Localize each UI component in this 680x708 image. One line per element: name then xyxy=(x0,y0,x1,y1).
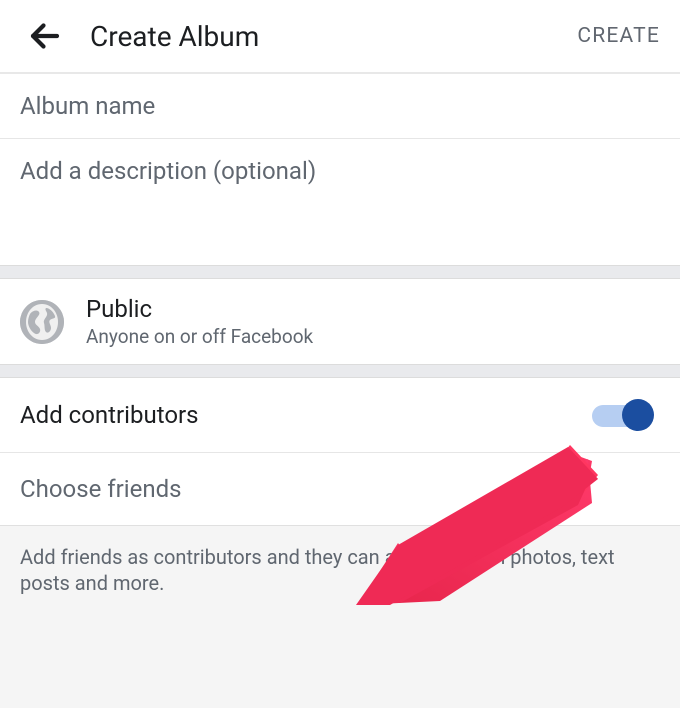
album-description-field[interactable]: Add a description (optional) xyxy=(0,139,680,265)
section-divider xyxy=(0,265,680,279)
add-contributors-label: Add contributors xyxy=(20,401,199,429)
choose-friends-field[interactable]: Choose friends xyxy=(0,453,680,525)
contributors-help-text: Add friends as contributors and they can… xyxy=(0,525,680,624)
create-button[interactable]: CREATE xyxy=(577,24,660,48)
fields-section: Album name Add a description (optional) xyxy=(0,74,680,265)
privacy-section: Public Anyone on or off Facebook xyxy=(0,279,680,364)
privacy-text: Public Anyone on or off Facebook xyxy=(86,295,313,348)
header-bar: Create Album CREATE xyxy=(0,0,680,74)
toggle-thumb xyxy=(622,399,654,431)
privacy-subtitle: Anyone on or off Facebook xyxy=(86,325,313,348)
globe-icon xyxy=(20,300,64,344)
header-left: Create Album xyxy=(26,17,259,55)
page-title: Create Album xyxy=(90,20,259,53)
privacy-title: Public xyxy=(86,295,313,323)
back-arrow-icon[interactable] xyxy=(26,17,64,55)
section-divider xyxy=(0,364,680,378)
privacy-selector[interactable]: Public Anyone on or off Facebook xyxy=(0,279,680,364)
add-contributors-row: Add contributors xyxy=(0,378,680,453)
album-name-field[interactable]: Album name xyxy=(0,74,680,139)
contributors-toggle[interactable] xyxy=(590,400,660,430)
